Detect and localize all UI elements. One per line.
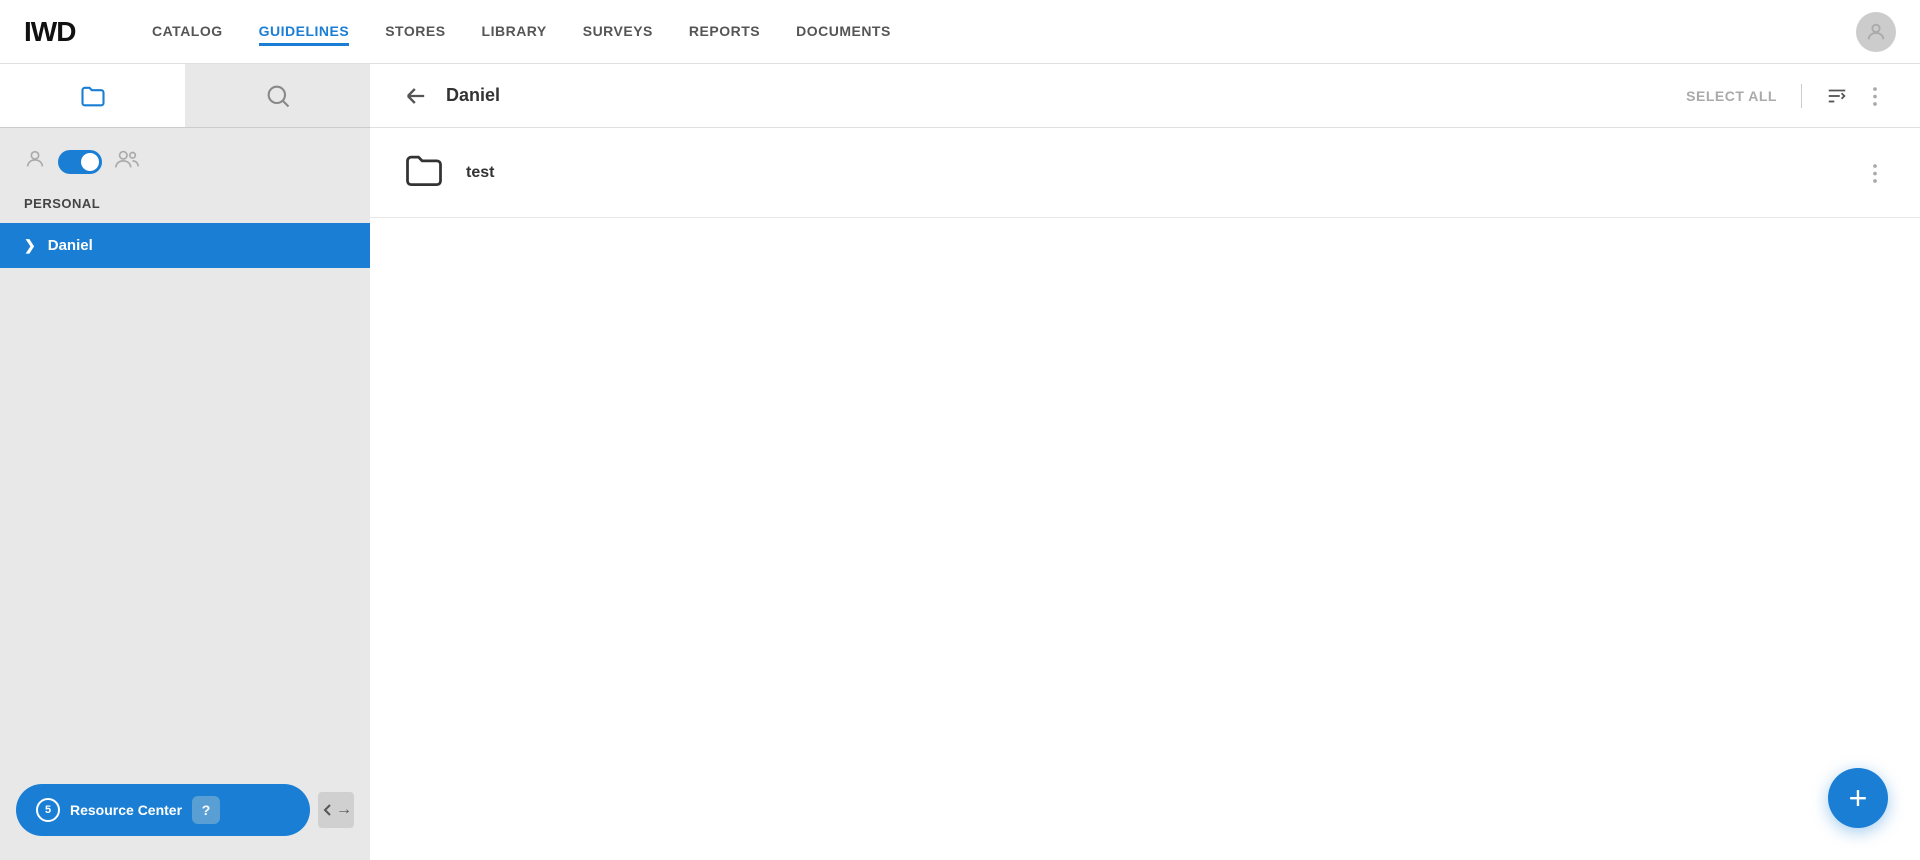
sidebar: PERSONAL ❯ Daniel 5 Resource Center ? → xyxy=(0,64,370,860)
nav-item-guidelines[interactable]: GUIDELINES xyxy=(259,23,350,41)
header-more-button[interactable]: ︙ xyxy=(1864,80,1888,112)
folder-icon xyxy=(402,148,446,197)
back-button[interactable] xyxy=(402,82,430,110)
main-layout: PERSONAL ❯ Daniel 5 Resource Center ? → xyxy=(0,64,1920,860)
select-all-button[interactable]: SELECT ALL xyxy=(1686,88,1777,104)
plus-icon: + xyxy=(1849,780,1868,817)
sidebar-tab-search[interactable] xyxy=(185,64,370,127)
content-header: Daniel SELECT ALL ︙ xyxy=(370,64,1920,128)
nav-item-stores[interactable]: STORES xyxy=(385,23,445,41)
file-list: test ︙ xyxy=(370,128,1920,860)
user-toggle-row xyxy=(0,128,370,196)
sort-button[interactable] xyxy=(1826,85,1848,107)
file-more-button[interactable]: ︙ xyxy=(1864,157,1888,189)
group-users-icon xyxy=(114,148,140,176)
content-area: Daniel SELECT ALL ︙ t xyxy=(370,64,1920,860)
personal-shared-toggle[interactable] xyxy=(58,150,102,174)
nav-right xyxy=(1856,12,1896,52)
sidebar-item-label: Daniel xyxy=(48,237,93,254)
nav-item-library[interactable]: LIBRARY xyxy=(482,23,547,41)
sidebar-section-personal: PERSONAL xyxy=(0,196,370,223)
nav-menu: CATALOG GUIDELINES STORES LIBRARY SURVEY… xyxy=(152,23,1856,41)
sidebar-tabs xyxy=(0,64,370,128)
header-divider xyxy=(1801,84,1802,108)
avatar[interactable] xyxy=(1856,12,1896,52)
nav-item-reports[interactable]: REPORTS xyxy=(689,23,760,41)
sidebar-tab-folders[interactable] xyxy=(0,64,185,127)
logo: IWD xyxy=(24,16,104,48)
resource-help-icon[interactable]: ? xyxy=(192,796,220,824)
chevron-right-icon: ❯ xyxy=(24,237,36,254)
nav-item-catalog[interactable]: CATALOG xyxy=(152,23,223,41)
sidebar-item-daniel[interactable]: ❯ Daniel xyxy=(0,223,370,268)
content-title: Daniel xyxy=(446,85,1670,106)
nav-item-surveys[interactable]: SURVEYS xyxy=(583,23,653,41)
single-user-icon xyxy=(24,148,46,176)
resource-center-button[interactable]: 5 Resource Center ? xyxy=(16,784,310,836)
file-item-test[interactable]: test ︙ xyxy=(370,128,1920,218)
nav-item-documents[interactable]: DOCUMENTS xyxy=(796,23,891,41)
file-name-label: test xyxy=(466,164,1844,182)
resource-center-label: Resource Center xyxy=(70,802,182,818)
resource-count-badge: 5 xyxy=(36,798,60,822)
sidebar-collapse-button[interactable]: → xyxy=(318,792,354,828)
top-nav: IWD CATALOG GUIDELINES STORES LIBRARY SU… xyxy=(0,0,1920,64)
fab-add-button[interactable]: + xyxy=(1828,768,1888,828)
sidebar-bottom: 5 Resource Center ? → xyxy=(16,784,354,836)
